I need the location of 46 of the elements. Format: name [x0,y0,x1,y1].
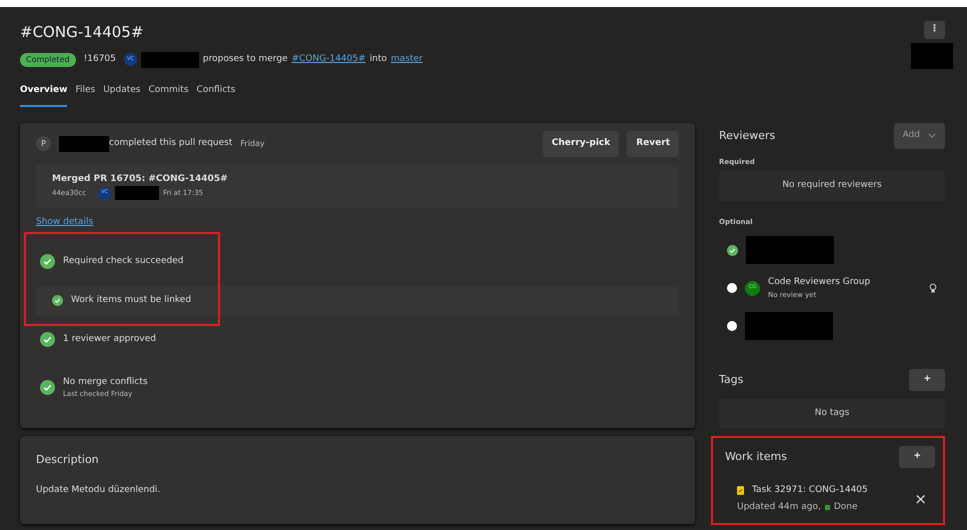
add-button[interactable]: Add [894,123,945,148]
check-circle-icon [40,332,55,347]
check-circle-icon [52,295,63,306]
tab[interactable]: Overview [20,84,68,107]
section-heading: Description [36,452,100,468]
completion-time: Friday [240,138,265,150]
check-circle-icon [40,380,55,395]
section-heading: Work items [725,448,787,464]
action-button[interactable]: Revert [627,131,679,156]
work-item-link[interactable]: Task 32971: CONG-14405 [752,484,868,497]
section-heading: Tags [719,372,744,388]
check-label: Required check succeeded [63,254,184,268]
updated-text: Updated 44m ago, [737,501,821,514]
commit-title: Merged PR 16705: #CONG-14405# [52,172,229,186]
add-button[interactable]: + [899,446,935,468]
state-text: Done [834,501,858,514]
tab[interactable]: Conflicts [196,84,236,107]
show-details-link[interactable]: Show details [36,216,94,230]
check-label: No merge conflicts [63,376,148,388]
branch-link[interactable]: master [390,52,423,66]
close-button[interactable]: × [914,492,927,506]
check-circle-icon [40,254,55,269]
empty-message: No required reviewers [719,171,945,200]
description-text: Update Metodu düzenlendi. [36,484,162,497]
award-icon [929,282,937,294]
check-label: 1 reviewer approved [63,332,156,346]
merge-text: proposes to merge [202,52,288,66]
empty-message: No tags [719,398,945,428]
branch-link[interactable]: #CONG-14405# [292,52,366,66]
avatar: P [36,136,51,152]
add-button[interactable]: + [909,369,945,390]
tab[interactable]: Updates [103,84,140,107]
check-label: Work items must be linked [71,294,192,307]
more-button[interactable]: ⋮ [924,21,945,38]
clipboard-icon [737,485,744,496]
merge-text: into [370,52,387,66]
pr-id: !16705 [84,52,116,66]
pr-title: #CONG-14405# [20,22,144,43]
tab[interactable]: Commits [148,84,189,107]
reviewer-name: Code Reviewers Group [768,276,872,289]
status-badge: Completed [20,52,76,66]
tab[interactable]: Files [75,84,96,107]
action-button[interactable]: Cherry-pick [542,131,620,156]
completion-text: completed this pull request [109,137,232,150]
chevron-down-icon [928,133,936,138]
section-heading: Reviewers [719,128,776,144]
